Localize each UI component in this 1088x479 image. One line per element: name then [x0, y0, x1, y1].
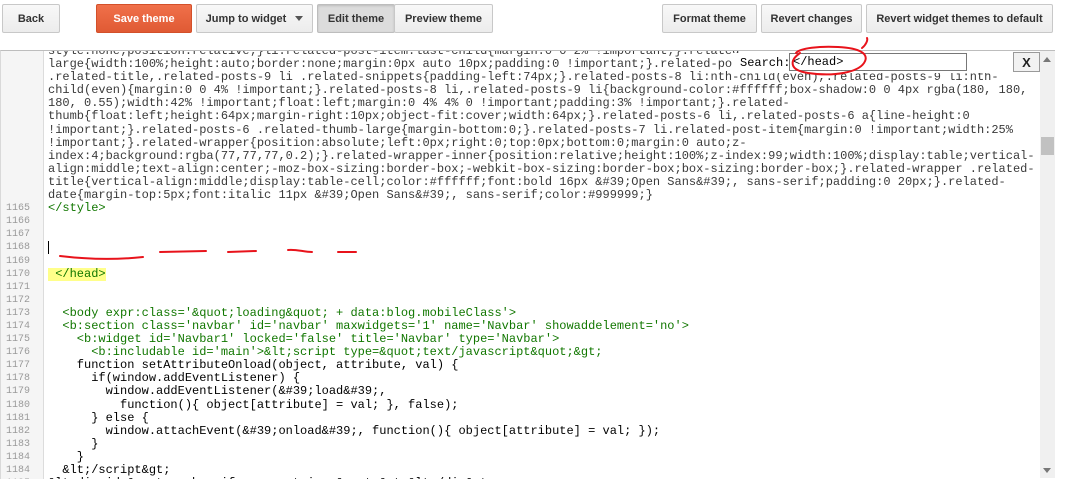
code-line[interactable]: 1179 window.addEventListener(&#39;load&#…	[1, 385, 1055, 398]
code-text: function(){ object[attribute] = val; }, …	[48, 397, 459, 412]
code-line[interactable]: 1173 <body expr:class='&quot;loading&quo…	[1, 305, 1055, 320]
line-number: 1179	[5, 386, 30, 398]
code-line[interactable]: 1172	[1, 294, 1055, 307]
scroll-down-icon[interactable]	[1043, 468, 1051, 473]
revert-changes-button[interactable]: Revert changes	[761, 4, 862, 33]
line-number: 1169	[5, 255, 30, 267]
code-line[interactable]: 1171	[1, 281, 1055, 294]
code-text: !important;}.related-wrapper{position:ab…	[48, 135, 747, 150]
code-line[interactable]: 1170 </head>	[1, 266, 1055, 281]
code-line[interactable]: 1165 </style>	[1, 202, 1055, 215]
code-text: }	[48, 436, 99, 451]
annotation-tail	[861, 37, 869, 49]
search-label: Search:	[740, 56, 791, 70]
line-number: 1180	[5, 399, 30, 411]
code-text: window.addEventListener(&#39;load&#39;,	[48, 384, 387, 399]
code-line[interactable]: 1182 window.attachEvent(&#39;onload&#39;…	[1, 423, 1055, 438]
line-number: 1172	[5, 294, 30, 306]
line-number: 1170	[5, 268, 30, 280]
code-editor[interactable]: style:none;position:relative;}li.related…	[0, 50, 1055, 479]
text-cursor	[48, 241, 49, 255]
code-line[interactable]: 1169	[1, 255, 1055, 268]
code-text: </head>	[48, 266, 106, 281]
code-text: } else {	[48, 410, 149, 425]
code-line[interactable]: 1166	[1, 215, 1055, 228]
code-line[interactable]: 1167	[1, 228, 1055, 241]
code-line[interactable]: 1183 }	[1, 436, 1055, 451]
line-number: 1174	[5, 320, 30, 332]
revert-widget-themes-button[interactable]: Revert widget themes to default	[866, 4, 1053, 33]
code-line[interactable]: align:middle;text-align:center;-moz-box-…	[1, 161, 1055, 176]
code-text: </style>	[48, 201, 106, 216]
vertical-scrollbar[interactable]	[1040, 51, 1055, 478]
code-text: window.attachEvent(&#39;onload&#39;, fun…	[48, 423, 661, 438]
jump-to-widget-dropdown[interactable]: Jump to widget	[196, 4, 313, 33]
edit-theme-tab[interactable]: Edit theme	[317, 4, 395, 33]
jump-to-widget-label: Jump to widget	[205, 12, 287, 25]
format-theme-button[interactable]: Format theme	[662, 4, 757, 33]
code-text: date{margin-top:5px;font:italic 11px &#3…	[48, 188, 653, 203]
line-number: 1173	[5, 307, 30, 319]
code-line[interactable]: index:4;background:rgba(77,77,77,0.2);}.…	[1, 148, 1055, 163]
line-number: 1171	[5, 281, 30, 293]
search-input[interactable]: </head>	[789, 53, 967, 71]
line-number: 1178	[5, 373, 30, 385]
line-number: 1183	[5, 438, 30, 450]
chevron-down-icon	[295, 16, 304, 21]
save-theme-button[interactable]: Save theme	[96, 4, 192, 33]
code-text: <body expr:class='&quot;loading&quot; + …	[48, 305, 517, 320]
line-number: 1177	[5, 360, 30, 372]
line-number: 1175	[5, 334, 30, 346]
code-line[interactable]: !important;}.related-wrapper{position:ab…	[1, 135, 1055, 150]
scrollbar-thumb[interactable]	[1041, 137, 1054, 155]
code-line[interactable]: !important;}.related-posts-6 .related-th…	[1, 122, 1055, 137]
line-number: 1181	[5, 412, 30, 424]
code-line[interactable]: 1181 } else {	[1, 410, 1055, 425]
line-number: 1184	[5, 465, 30, 476]
line-number: 1168	[5, 242, 30, 254]
code-text: !important;}.related-posts-6 .related-th…	[48, 122, 1013, 137]
line-number: 1167	[5, 229, 30, 241]
code-line[interactable]: thumb{float:left;height:64px;margin-righ…	[1, 110, 1055, 123]
line-number: 1165	[5, 203, 30, 215]
back-button[interactable]: Back	[2, 4, 60, 33]
preview-theme-tab[interactable]: Preview theme	[394, 4, 493, 33]
line-number: 1182	[5, 425, 30, 437]
close-search-button[interactable]: X	[1013, 52, 1040, 72]
code-line[interactable]: 1168	[1, 241, 1055, 255]
code-text: align:middle;text-align:center;-moz-box-…	[48, 161, 1035, 176]
code-line[interactable]: date{margin-top:5px;font:italic 11px &#3…	[1, 188, 1055, 203]
line-number: 1166	[5, 216, 30, 228]
line-number: 1176	[5, 347, 30, 359]
search-bar: Search: </head>	[733, 53, 1041, 73]
code-text: thumb{float:left;height:64px;margin-righ…	[48, 109, 970, 124]
code-content[interactable]: style:none;position:relative;}li.related…	[1, 51, 1055, 479]
code-line[interactable]: 1180 function(){ object[attribute] = val…	[1, 397, 1055, 412]
scroll-up-icon[interactable]	[1043, 57, 1051, 62]
code-text: index:4;background:rgba(77,77,77,0.2);}.…	[48, 148, 1035, 163]
line-number: 1184	[5, 451, 30, 463]
